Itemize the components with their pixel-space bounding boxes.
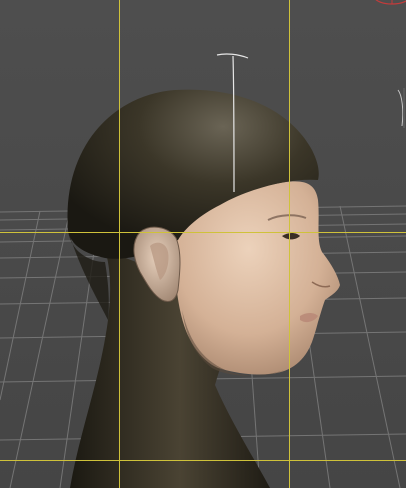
scene-canvas[interactable] (0, 0, 406, 488)
viewport-edge-handle (403, 88, 405, 128)
guide-line-horizontal-mid[interactable] (0, 232, 406, 233)
guide-line-vertical-right[interactable] (289, 0, 290, 488)
3d-viewport[interactable] (0, 0, 406, 488)
guide-line-vertical-left[interactable] (119, 0, 120, 488)
axis-gizmo-icon[interactable] (366, 0, 406, 12)
guide-line-horizontal-low[interactable] (0, 460, 406, 461)
